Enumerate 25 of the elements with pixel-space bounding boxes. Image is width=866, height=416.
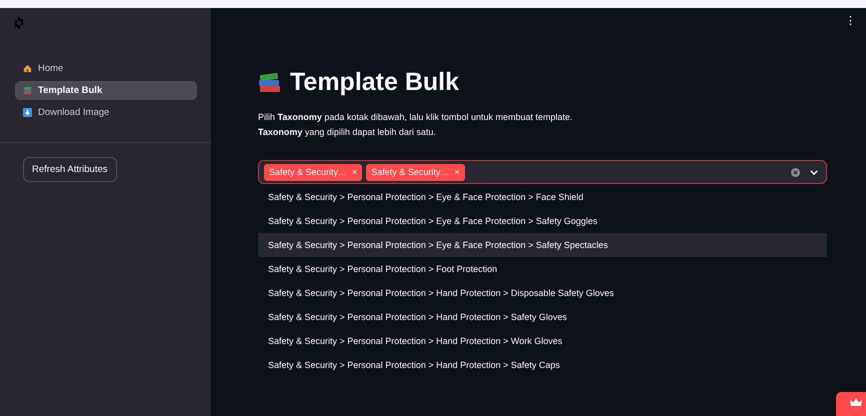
description-text: Taxonomy yang dipilih dapat lebih dari satu. <box>258 126 437 139</box>
books-icon <box>23 86 32 95</box>
books-icon <box>258 72 282 94</box>
dropdown-option[interactable]: Safety & Security > Personal Protection > Eye & Face Protection > Safety Spectacles <box>258 233 827 257</box>
dropdown-option[interactable]: Safety & Security > Personal Protection > Hand Protection > Safety Caps <box>258 353 827 375</box>
tag-label: Safety & Security… <box>371 167 450 177</box>
tag-label: Safety & Security… <box>269 167 348 177</box>
dropdown-option[interactable]: Safety & Security > Personal Protection > Foot Protection <box>258 257 827 281</box>
nav-item[interactable]: Template Bulk <box>15 81 197 100</box>
nav-item[interactable]: Home <box>15 59 197 78</box>
page-title: Template Bulk <box>290 68 460 97</box>
chevron-down-icon[interactable] <box>810 170 818 174</box>
crown-icon <box>850 398 862 406</box>
house-icon <box>23 64 32 73</box>
dropdown-option[interactable]: Safety & Security > Personal Protection > Hand Protection > Disposable Safety Gloves <box>258 281 827 305</box>
dropdown-option[interactable]: Safety & Security > Personal Protection > Eye & Face Protection > Face Shield <box>258 185 827 209</box>
clear-icon[interactable] <box>791 168 800 176</box>
dropdown-option[interactable]: Safety & Security > Personal Protection > Hand Protection > Work Gloves <box>258 329 827 353</box>
dropdown-option[interactable]: Safety & Security > Personal Protection > Hand Protection > Safety Gloves <box>258 305 827 329</box>
refresh-attributes-button[interactable]: Refresh Attributes <box>23 157 117 182</box>
description-text: Pilih Taxonomy pada kotak dibawah, lalu klik tombol untuk membuat template. <box>258 111 574 124</box>
download-icon <box>23 108 32 117</box>
nav-item[interactable]: Download Image <box>15 103 197 122</box>
dropdown-option[interactable]: Safety & Security > Personal Protection > Eye & Face Protection > Safety Goggles <box>258 209 827 233</box>
menu-button[interactable]: ⋮ <box>845 14 856 27</box>
